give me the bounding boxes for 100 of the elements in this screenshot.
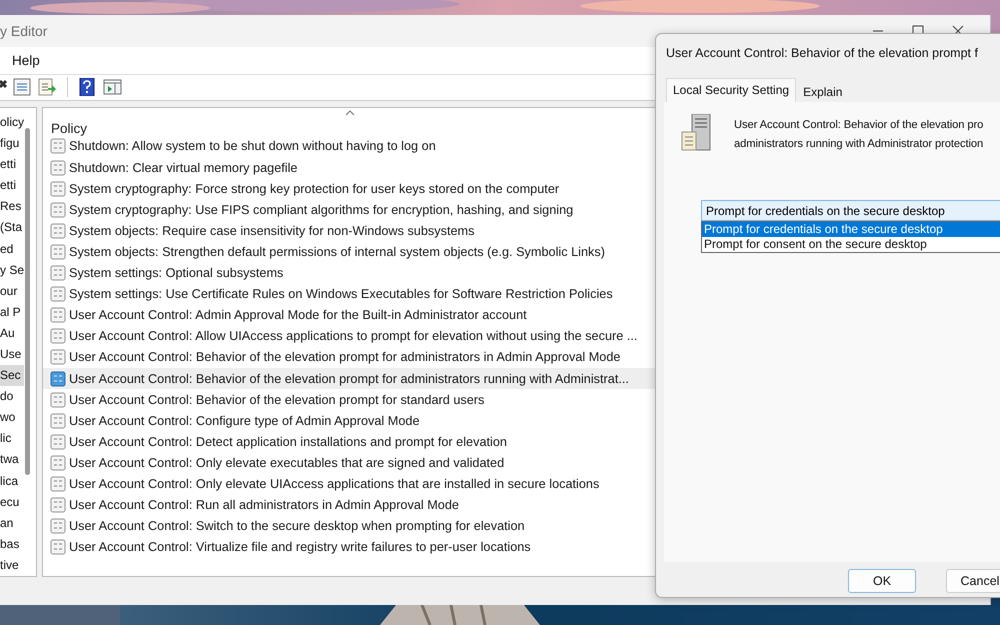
tree-item[interactable]: twa bbox=[0, 449, 24, 471]
policy-row[interactable]: User Account Control: Run all administrators in Admin Approval Mode bbox=[43, 494, 656, 516]
dropdown[interactable]: Prompt for credentials on the secure desktop bbox=[701, 200, 1000, 221]
policy-name: System objects: Strengthen default permissions of internal system objects (e.g. Symbolic Links) bbox=[69, 244, 605, 259]
tree-item[interactable]: figu bbox=[0, 133, 24, 154]
policy-row[interactable]: User Account Control: Virtualize file and registry write failures to per-user locations bbox=[43, 536, 656, 558]
policy-name: User Account Control: Behavior of the elevation prompt for administrators running with Administrat... bbox=[69, 372, 629, 386]
show-pane-icon[interactable] bbox=[103, 78, 122, 96]
policy-icon bbox=[50, 476, 66, 492]
policy-row[interactable]: User Account Control: Behavior of the elevation prompt for administrators in Admin Approval Mode bbox=[43, 346, 656, 368]
policy-icon bbox=[50, 412, 66, 429]
policy-row[interactable]: System objects: Require case insensitivity for non-Windows subsystems bbox=[43, 220, 656, 242]
policy-row[interactable]: User Account Control: Allow UIAccess applications to prompt for elevation without using the secure ... bbox=[43, 326, 656, 347]
policy-name: System settings: Use Certificate Rules on Windows Executables for Software Restriction Policies bbox=[69, 287, 613, 302]
tree-item[interactable]: etti bbox=[0, 175, 24, 196]
policy-icon bbox=[50, 265, 66, 282]
dialog-title: User Account Control: Behavior of the elevation prompt f bbox=[665, 45, 979, 62]
tree-item[interactable]: lic bbox=[0, 428, 24, 450]
policy-name: User Account Control: Behavior of the elevation prompt for administrators in Admin Approval Mode bbox=[69, 350, 620, 364]
policy-row[interactable]: User Account Control: Detect application installations and prompt for elevation bbox=[43, 431, 656, 452]
policy-icon bbox=[50, 307, 66, 324]
policy-row[interactable]: System settings: Use Certificate Rules on Windows Executables for Software Restriction Policies bbox=[43, 284, 656, 305]
policy-icon bbox=[50, 286, 66, 302]
window-title: y Editor bbox=[0, 23, 48, 40]
cancel-button[interactable]: Cancel bbox=[946, 569, 1000, 593]
column-header[interactable]: Policy bbox=[51, 120, 88, 136]
policy-row[interactable]: System objects: Strengthen default permissions of internal system objects (e.g. Symbolic Links) bbox=[43, 241, 656, 262]
policy-icon bbox=[50, 392, 66, 408]
policy-name: User Account Control: Run all administrators in Admin Approval Mode bbox=[69, 498, 459, 512]
scrollbar-thumb[interactable] bbox=[25, 128, 30, 475]
dropdown-option[interactable]: Prompt for credentials on the secure desktop bbox=[702, 222, 1000, 237]
help-icon[interactable] bbox=[78, 78, 97, 96]
policy-name: User Account Control: Admin Approval Mode for the Built-in Administrator account bbox=[69, 308, 527, 322]
policy-row[interactable]: Shutdown: Allow system to be shut down without having to log on bbox=[43, 136, 656, 158]
tree-item[interactable]: our bbox=[0, 280, 24, 302]
tree-item[interactable]: bas bbox=[0, 534, 24, 555]
policy-name: User Account Control: Detect application installations and prompt for elevation bbox=[69, 434, 507, 449]
policy-row[interactable]: User Account Control: Behavior of the elevation prompt for administrators running with Administrat... bbox=[43, 368, 656, 390]
tab[interactable]: Explain bbox=[796, 80, 850, 102]
policy-icon bbox=[50, 370, 66, 387]
export-list-icon[interactable] bbox=[38, 78, 57, 96]
tree-item[interactable]: al P bbox=[0, 302, 24, 323]
tree-item[interactable]: do bbox=[0, 386, 24, 408]
policy-row[interactable]: System settings: Optional subsystems bbox=[43, 262, 656, 284]
policy-name: System cryptography: Force strong key protection for user keys stored on the computer bbox=[69, 182, 560, 196]
policy-row[interactable]: User Account Control: Behavior of the elevation prompt for standard users bbox=[43, 389, 656, 410]
policy-row[interactable]: System cryptography: Force strong key protection for user keys stored on the computer bbox=[43, 178, 656, 200]
tree-item[interactable]: Res bbox=[0, 196, 24, 218]
policy-row[interactable]: User Account Control: Admin Approval Mode for the Built-in Administrator account bbox=[43, 304, 656, 326]
policy-icon bbox=[50, 328, 66, 344]
sort-caret-icon bbox=[345, 110, 355, 116]
menu-item[interactable]: Help bbox=[12, 52, 40, 68]
tree-item[interactable]: etti bbox=[0, 154, 24, 176]
policy-row[interactable]: System cryptography: Use FIPS compliant algorithms for encryption, hashing, and signing bbox=[43, 199, 656, 220]
tree-item[interactable]: olicy bbox=[0, 112, 24, 134]
policy-row[interactable]: User Account Control: Only elevate executables that are signed and validated bbox=[43, 452, 656, 474]
dropdown-option[interactable]: Prompt for consent on the secure desktop bbox=[702, 237, 1000, 252]
policy-row[interactable]: User Account Control: Only elevate UIAccess applications that are installed in secure locations bbox=[43, 473, 656, 495]
policy-icon bbox=[50, 454, 66, 471]
tree-item[interactable]: lica bbox=[0, 470, 24, 492]
policy-name: Shutdown: Allow system to be shut down without having to log on bbox=[69, 139, 436, 154]
tree-item[interactable]: an bbox=[0, 512, 24, 534]
setting-description: User Account Control: Behavior of the elevation pro bbox=[734, 118, 984, 133]
policy-icon bbox=[50, 349, 66, 366]
ok-button[interactable]: OK bbox=[848, 569, 916, 593]
tree-item[interactable]: wo bbox=[0, 407, 24, 428]
policy-row[interactable]: Shutdown: Clear virtual memory pagefile bbox=[43, 157, 656, 178]
policy-row[interactable]: User Account Control: Configure type of Admin Approval Mode bbox=[43, 410, 656, 432]
tree-item[interactable]: y Se bbox=[0, 260, 24, 281]
properties-icon[interactable] bbox=[13, 78, 32, 96]
policy-icon bbox=[50, 202, 66, 218]
tab[interactable]: Local Security Setting bbox=[666, 78, 796, 102]
tree-item[interactable]: Au bbox=[0, 322, 24, 344]
tree-item[interactable]: ed bbox=[0, 238, 24, 260]
policy-name: User Account Control: Configure type of Admin Approval Mode bbox=[69, 414, 420, 428]
policy-name: User Account Control: Switch to the secure desktop when prompting for elevation bbox=[69, 519, 525, 534]
setting-description: administrators running with Administrator protection bbox=[734, 137, 984, 152]
policy-icon bbox=[50, 434, 66, 450]
policy-icon bbox=[50, 497, 66, 514]
policy-icon bbox=[50, 160, 66, 176]
policy-icon bbox=[50, 518, 66, 534]
tree-item[interactable]: ecu bbox=[0, 492, 24, 513]
policy-icon bbox=[50, 138, 66, 154]
policy-name: User Account Control: Virtualize file and registry write failures to per-user locations bbox=[69, 540, 531, 554]
policy-name: User Account Control: Only elevate UIAccess applications that are installed in secure locations bbox=[69, 476, 600, 491]
tree-item[interactable]: Sec bbox=[0, 365, 24, 386]
policy-name: System cryptography: Use FIPS compliant algorithms for encryption, hashing, and signing bbox=[69, 202, 574, 217]
policy-name: System settings: Optional subsystems bbox=[69, 266, 284, 280]
policy-name: User Account Control: Behavior of the elevation prompt for standard users bbox=[69, 392, 484, 407]
policy-icon bbox=[50, 244, 66, 260]
policy-name: Shutdown: Clear virtual memory pagefile bbox=[69, 160, 298, 175]
policy-icon bbox=[50, 180, 66, 197]
policy-name: User Account Control: Only elevate executables that are signed and validated bbox=[69, 456, 504, 470]
tree-item[interactable]: (Sta bbox=[0, 217, 24, 238]
tree-item[interactable]: Use bbox=[0, 344, 24, 366]
policy-name: User Account Control: Allow UIAccess applications to prompt for elevation without using the secure ... bbox=[69, 329, 638, 344]
policy-icon bbox=[50, 222, 66, 239]
tree-item[interactable]: tive bbox=[0, 554, 24, 576]
policy-row[interactable]: User Account Control: Switch to the secure desktop when prompting for elevation bbox=[43, 516, 656, 537]
policy-name: System objects: Require case insensitivity for non-Windows subsystems bbox=[69, 224, 474, 238]
